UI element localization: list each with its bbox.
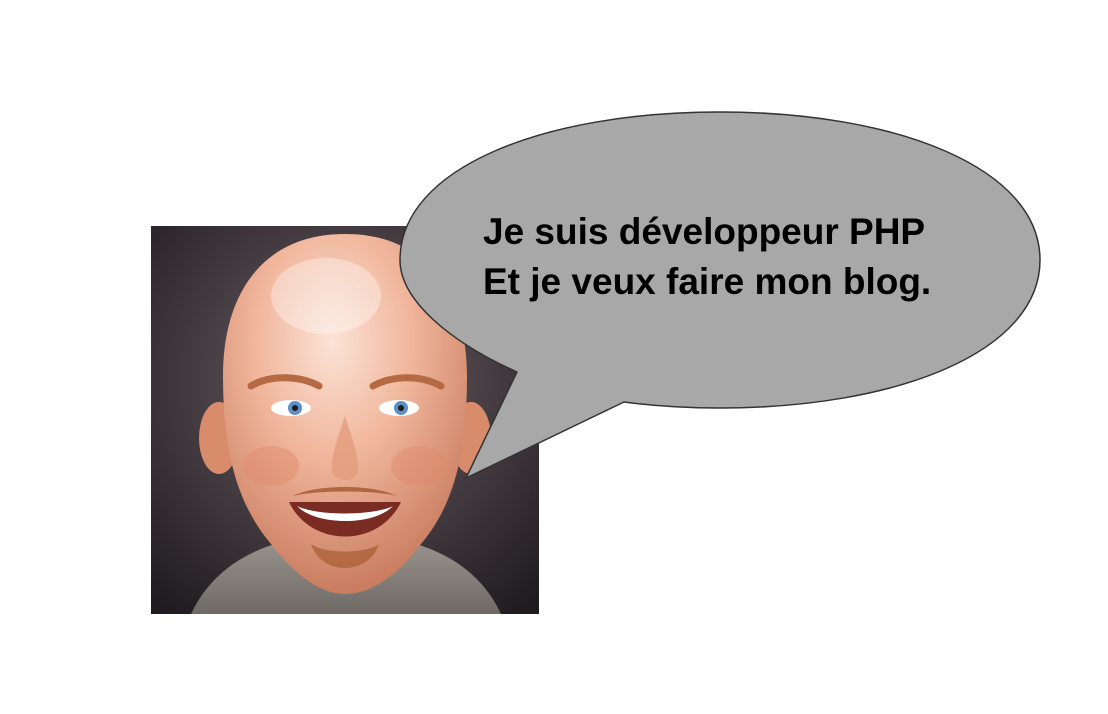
speech-line-2: Et je veux faire mon blog.: [483, 261, 931, 302]
speech-bubble: Je suis développeur PHP Et je veux faire…: [399, 111, 1041, 480]
slide-canvas: Je suis développeur PHP Et je veux faire…: [0, 0, 1108, 714]
speech-line-1: Je suis développeur PHP: [483, 211, 925, 252]
